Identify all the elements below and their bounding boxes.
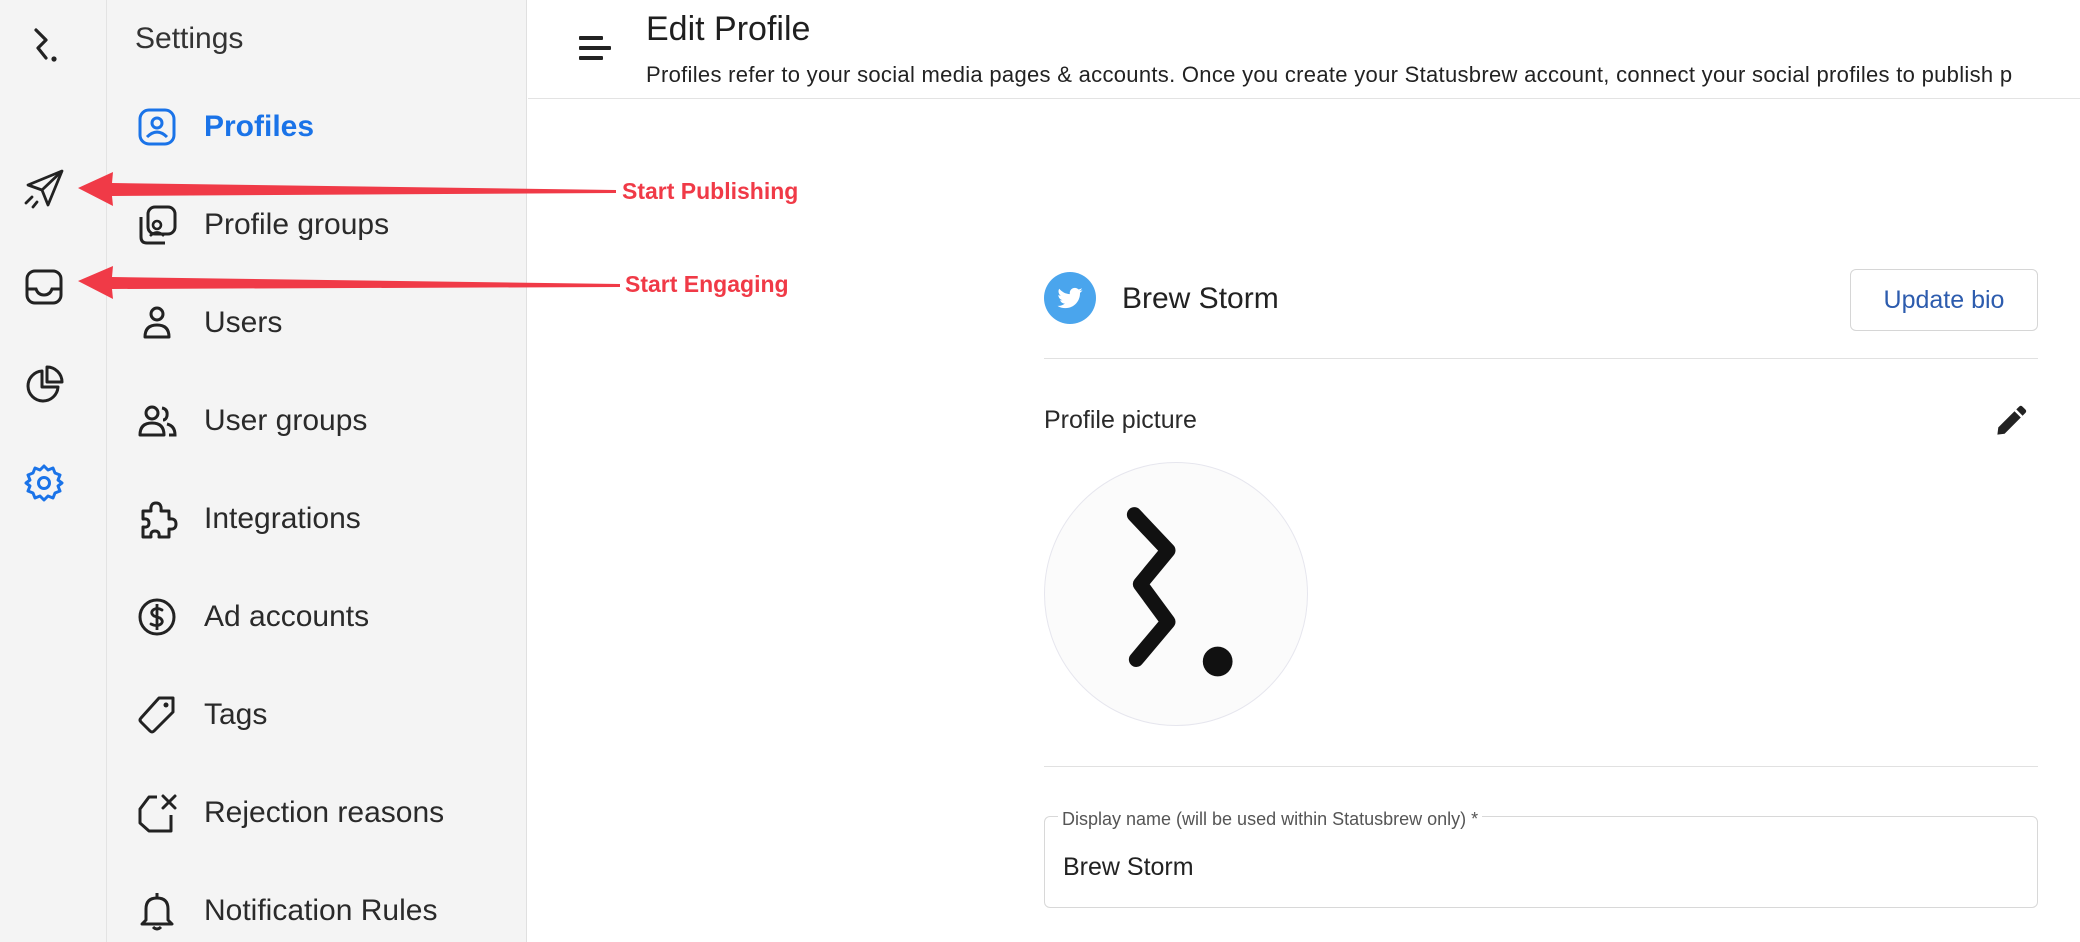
paper-plane-icon [24,169,64,209]
sidebar-item-label: Users [204,306,283,339]
update-bio-button[interactable]: Update bio [1850,269,2038,331]
puzzle-icon [135,497,179,541]
sidebar-item-label: Rejection reasons [204,796,445,829]
sidebar-item-label: Notification Rules [204,894,438,927]
sidebar-item-label: User groups [204,404,368,437]
sidebar-item-users[interactable]: Users [135,293,505,353]
divider [1044,358,2038,359]
page-title: Edit Profile [646,10,811,48]
annotation-start-engaging: Start Engaging [625,271,789,297]
display-name-input[interactable] [1063,853,2003,882]
sidebar-item-profile-groups[interactable]: Profile groups [135,195,505,255]
sidebar-item-label: Profiles [204,110,315,143]
settings-sidebar: Settings Profiles Profile groups Users U… [107,0,527,942]
pie-chart-icon [26,365,64,403]
engage-inbox-icon[interactable] [22,265,66,309]
inbox-icon [25,269,63,305]
sidebar-item-tags[interactable]: Tags [135,685,505,745]
sidebar-item-integrations[interactable]: Integrations [135,489,505,549]
annotation-start-publishing: Start Publishing [622,178,799,204]
settings-icon[interactable] [22,461,66,505]
bell-icon [135,889,179,933]
avatar[interactable] [1044,462,1308,726]
sidebar-item-label: Tags [204,698,268,731]
sidebar-item-notification-rules[interactable]: Notification Rules [135,881,505,941]
dollar-icon [135,595,179,639]
sidebar-item-label: Profile groups [204,208,390,241]
tag-icon [135,693,179,737]
profile-picture-label: Profile picture [1044,406,1197,434]
statusbrew-logo-icon [34,28,57,62]
user-icon [135,301,179,345]
sidebar-item-label: Ad accounts [204,600,370,633]
rejection-icon [135,791,179,835]
sidebar-item-user-groups[interactable]: User groups [135,391,505,451]
edit-pencil-icon[interactable] [1990,402,2030,442]
sidebar-item-rejection-reasons[interactable]: Rejection reasons [135,783,505,843]
profile-groups-icon [135,203,179,247]
publish-icon[interactable] [22,167,66,211]
reports-icon[interactable] [22,363,66,407]
sidebar-item-label: Integrations [204,502,361,535]
user-groups-icon [135,399,179,443]
statusbrew-logo[interactable] [22,24,66,68]
sidebar-item-ad-accounts[interactable]: Ad accounts [135,587,505,647]
display-name-label: Display name (will be used within Status… [1058,809,1483,830]
page-header: Edit Profile Profiles refer to your soci… [528,0,2080,99]
sidebar-title: Settings [135,22,244,55]
twitter-bird-icon [1057,287,1083,309]
sidebar-item-profiles[interactable]: Profiles [135,97,505,157]
statusbrew-logo-icon [1126,507,1233,677]
hamburger-menu-icon[interactable] [573,26,617,70]
gear-icon [24,464,64,502]
profile-icon [135,105,179,149]
profile-name: Brew Storm [1122,282,1279,315]
twitter-badge [1044,272,1096,324]
divider [1044,766,2038,767]
icon-rail [0,0,107,942]
page-description: Profiles refer to your social media page… [646,62,2013,87]
